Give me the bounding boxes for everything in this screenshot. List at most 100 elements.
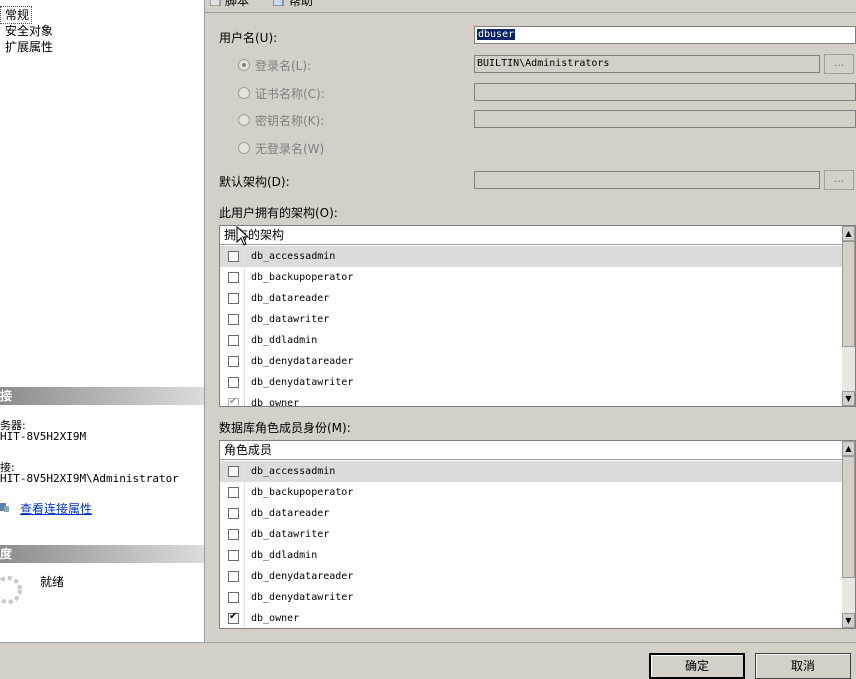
- scroll-down-icon[interactable]: ▼: [842, 391, 855, 406]
- row-checkbox[interactable]: [228, 314, 239, 325]
- server-value: HIT-8V5H2XI9M: [0, 430, 87, 443]
- scroll-up-icon[interactable]: ▲: [842, 441, 855, 456]
- table-row[interactable]: db_owner: [220, 393, 842, 407]
- username-value: dbuser: [477, 29, 516, 40]
- row-checkbox[interactable]: [228, 396, 239, 406]
- row-checkbox[interactable]: [228, 335, 239, 346]
- row-checkbox[interactable]: [228, 529, 239, 540]
- row-checkbox[interactable]: [228, 592, 239, 603]
- row-checkbox[interactable]: [228, 293, 239, 304]
- table-row[interactable]: db_denydatawriter: [220, 372, 842, 393]
- row-name: db_backupoperator: [251, 272, 354, 283]
- scroll-thumb[interactable]: [842, 456, 855, 578]
- ok-button[interactable]: 确定: [649, 653, 745, 679]
- help-icon[interactable]: [272, 0, 285, 7]
- row-separator: [244, 267, 245, 288]
- cert-radio[interactable]: [238, 87, 250, 99]
- dialog-footer: 确定 取消: [0, 642, 856, 679]
- nav-item-label: 安全对象: [5, 24, 54, 38]
- row-checkbox[interactable]: [228, 377, 239, 388]
- nav-item-label: 常规: [5, 8, 30, 22]
- table-row[interactable]: db_datawriter: [220, 524, 842, 545]
- row-separator: [244, 309, 245, 330]
- table-row[interactable]: db_backupoperator: [220, 482, 842, 503]
- owned-schemas-column-header[interactable]: 拥有的架构: [220, 226, 846, 245]
- table-row[interactable]: db_owner: [220, 608, 842, 628]
- toolbar: 脚本 帮助: [205, 0, 856, 13]
- progress-spinner-icon: [0, 572, 26, 609]
- row-name: db_ddladmin: [251, 335, 318, 346]
- row-separator: [244, 393, 245, 406]
- script-icon[interactable]: [209, 0, 222, 7]
- row-checkbox[interactable]: [228, 571, 239, 582]
- row-name: db_datawriter: [251, 529, 330, 540]
- schema-browse-button[interactable]: ...: [824, 170, 854, 190]
- username-input[interactable]: dbuser: [474, 26, 856, 44]
- table-row[interactable]: db_accessadmin: [220, 461, 842, 482]
- table-row[interactable]: db_backupoperator: [220, 267, 842, 288]
- login-label: 登录名(L):: [255, 59, 312, 73]
- help-button[interactable]: 帮助: [289, 0, 313, 9]
- table-row[interactable]: db_ddladmin: [220, 545, 842, 566]
- row-separator: [244, 482, 245, 503]
- default-schema-input[interactable]: [474, 171, 820, 189]
- row-separator: [244, 330, 245, 351]
- row-checkbox[interactable]: [228, 611, 239, 624]
- nologin-radio[interactable]: [238, 142, 250, 154]
- key-label: 密钥名称(K):: [255, 114, 325, 128]
- scroll-up-icon[interactable]: ▲: [842, 226, 855, 241]
- table-row[interactable]: db_denydatareader: [220, 351, 842, 372]
- row-checkbox[interactable]: [228, 487, 239, 498]
- owned-schemas-scrollbar[interactable]: ▲ ▼: [842, 226, 855, 406]
- row-separator: [244, 545, 245, 566]
- row-name: db_ddladmin: [251, 550, 318, 561]
- row-name: db_denydatareader: [251, 571, 354, 582]
- row-checkbox[interactable]: [228, 356, 239, 367]
- row-checkbox[interactable]: [228, 251, 239, 262]
- cancel-button[interactable]: 取消: [755, 653, 851, 679]
- nav-item-general[interactable]: 常规: [0, 6, 32, 24]
- row-separator: [244, 288, 245, 309]
- row-checkbox[interactable]: [228, 550, 239, 561]
- nologin-label: 无登录名(W): [255, 142, 325, 156]
- table-row[interactable]: db_ddladmin: [220, 330, 842, 351]
- connection-properties-icon: [0, 500, 10, 517]
- owned-schemas-grid: 拥有的架构 db_accessadmin db_backupoperator db_…: [219, 225, 856, 407]
- table-row[interactable]: db_datareader: [220, 288, 842, 309]
- row-name: db_datareader: [251, 293, 330, 304]
- mouse-cursor-icon: [236, 225, 250, 249]
- table-row[interactable]: db_denydatareader: [220, 566, 842, 587]
- nav-item-securables[interactable]: 安全对象: [0, 23, 53, 39]
- scroll-down-icon[interactable]: ▼: [842, 613, 855, 628]
- default-schema-label: 默认架构(D):: [219, 175, 290, 189]
- cert-input[interactable]: [474, 83, 856, 101]
- table-row[interactable]: db_accessadmin: [220, 246, 842, 267]
- table-row[interactable]: db_datawriter: [220, 309, 842, 330]
- script-button[interactable]: 脚本: [225, 0, 249, 9]
- row-checkbox[interactable]: [228, 508, 239, 519]
- row-name: db_owner: [251, 398, 300, 407]
- progress-header: 度: [0, 545, 204, 563]
- row-separator: [244, 566, 245, 587]
- scroll-thumb[interactable]: [842, 241, 855, 347]
- row-name: db_accessadmin: [251, 251, 336, 262]
- role-members-column-header[interactable]: 角色成员: [220, 441, 846, 460]
- key-radio[interactable]: [238, 114, 250, 126]
- row-separator: [244, 608, 245, 628]
- key-input[interactable]: [474, 110, 856, 128]
- login-radio[interactable]: [238, 59, 250, 71]
- table-row[interactable]: db_denydatawriter: [220, 587, 842, 608]
- cert-label: 证书名称(C):: [255, 87, 325, 101]
- row-checkbox[interactable]: [228, 466, 239, 477]
- login-browse-button[interactable]: ...: [824, 54, 854, 74]
- row-checkbox[interactable]: [228, 272, 239, 283]
- row-name: db_denydatawriter: [251, 592, 354, 603]
- row-separator: [244, 246, 245, 267]
- nav-item-extended-properties[interactable]: 扩展属性: [0, 39, 53, 55]
- role-members-scrollbar[interactable]: ▲ ▼: [842, 441, 855, 628]
- view-connection-properties-link[interactable]: 查看连接属性: [20, 500, 92, 517]
- login-input[interactable]: BUILTIN\Administrators: [474, 55, 820, 73]
- table-row[interactable]: db_datareader: [220, 503, 842, 524]
- row-name: db_backupoperator: [251, 487, 354, 498]
- username-label: 用户名(U):: [219, 31, 278, 45]
